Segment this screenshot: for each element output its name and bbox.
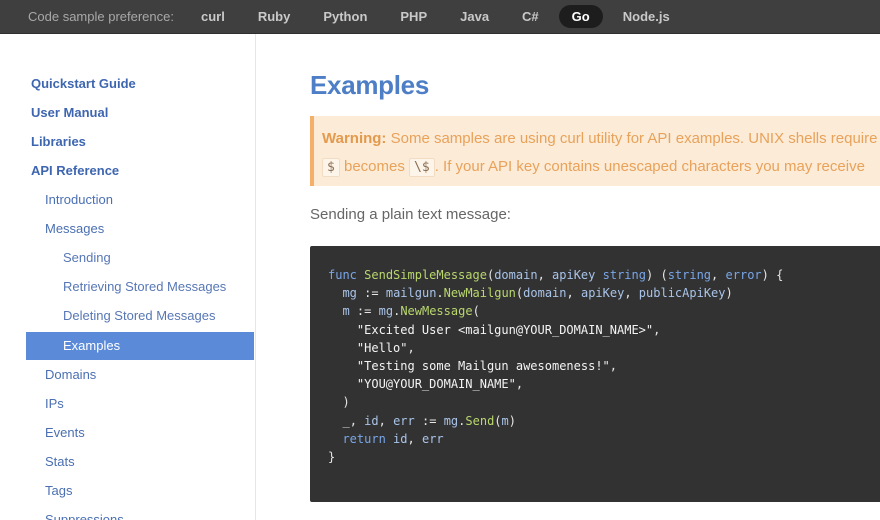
main-content: Examples Warning: Some samples are using…: [257, 34, 880, 520]
warning-callout: Warning: Some samples are using curl uti…: [310, 116, 880, 186]
code-line-9: _, id, err := mg.Send(m): [342, 413, 516, 428]
code-line-8: ): [342, 395, 350, 410]
sidebar-item-quickstart-guide[interactable]: Quickstart Guide: [26, 70, 254, 98]
docs-sidebar: Quickstart Guide User Manual Libraries A…: [0, 34, 256, 520]
code-line-4: "Excited User <mailgun@YOUR_DOMAIN_NAME>…: [356, 322, 661, 337]
lang-tab-go[interactable]: Go: [558, 5, 603, 28]
lang-tab-java[interactable]: Java: [447, 5, 502, 28]
code-line-10: return id, err: [342, 431, 444, 446]
code-line-5: "Hello",: [356, 340, 415, 355]
sidebar-item-messages[interactable]: Messages: [26, 215, 254, 243]
sidebar-item-sending[interactable]: Sending: [26, 244, 254, 272]
sidebar-item-introduction[interactable]: Introduction: [26, 186, 254, 214]
sidebar-item-tags[interactable]: Tags: [26, 477, 254, 505]
warning-becomes: becomes: [339, 158, 410, 175]
warning-line-2: $ becomes \$. If your API key contains u…: [322, 153, 880, 182]
warning-label: Warning:: [322, 130, 387, 147]
lang-tab-csharp[interactable]: C#: [509, 5, 552, 28]
warning-text-2: . If your API key contains unescaped cha…: [434, 158, 865, 175]
code-line-11: }: [328, 450, 336, 465]
lang-tab-ruby[interactable]: Ruby: [245, 5, 304, 28]
sidebar-item-user-manual[interactable]: User Manual: [26, 99, 254, 127]
code-line-2: mg := mailgun.NewMailgun(domain, apiKey,…: [342, 286, 733, 301]
sidebar-item-domains[interactable]: Domains: [26, 361, 254, 389]
example-intro-text: Sending a plain text message:: [310, 206, 511, 223]
warning-code-dollar: $: [322, 158, 340, 177]
sidebar-item-api-reference[interactable]: API Reference: [26, 157, 254, 185]
warning-line-1: Warning: Some samples are using curl uti…: [322, 125, 880, 153]
lang-tab-curl[interactable]: curl: [188, 5, 238, 28]
code-preference-label: Code sample preference:: [28, 9, 174, 24]
lang-tab-nodejs[interactable]: Node.js: [610, 5, 683, 28]
warning-text-1: Some samples are using curl utility for …: [390, 130, 880, 147]
sidebar-item-ips[interactable]: IPs: [26, 390, 254, 418]
sidebar-item-examples[interactable]: Examples: [26, 332, 254, 360]
lang-tab-php[interactable]: PHP: [387, 5, 440, 28]
code-line-1: func SendSimpleMessage(domain, apiKey st…: [328, 268, 784, 282]
sidebar-item-suppressions[interactable]: Suppressions: [26, 506, 254, 520]
sidebar-item-events[interactable]: Events: [26, 419, 254, 447]
sidebar-item-stats[interactable]: Stats: [26, 448, 254, 476]
sidebar-item-deleting-stored-messages[interactable]: Deleting Stored Messages: [26, 302, 254, 330]
warning-code-escaped-dollar: \$: [409, 158, 435, 177]
sidebar-item-retrieving-stored-messages[interactable]: Retrieving Stored Messages: [26, 273, 254, 301]
code-sample: func SendSimpleMessage(domain, apiKey st…: [328, 266, 880, 466]
code-line-3: m := mg.NewMessage(: [342, 304, 480, 319]
lang-tab-python[interactable]: Python: [310, 5, 380, 28]
code-line-7: "YOU@YOUR_DOMAIN_NAME",: [356, 377, 524, 392]
page-title: Examples: [310, 70, 430, 100]
code-sample-block: func SendSimpleMessage(domain, apiKey st…: [310, 246, 880, 502]
code-line-6: "Testing some Mailgun awesomeness!",: [356, 359, 618, 374]
sidebar-item-libraries[interactable]: Libraries: [26, 128, 254, 156]
code-language-bar: Code sample preference: curl Ruby Python…: [0, 0, 880, 34]
